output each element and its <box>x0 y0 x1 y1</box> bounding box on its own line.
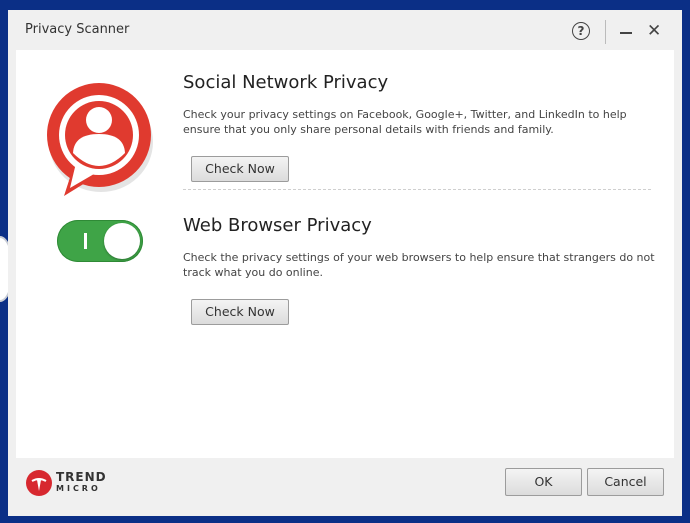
social-network-privacy-title: Social Network Privacy <box>183 72 389 93</box>
trend-micro-logo-text: TREND MICRO <box>56 470 107 494</box>
social-network-privacy-description: Check your privacy settings on Facebook,… <box>183 108 627 136</box>
cancel-button[interactable]: Cancel <box>587 468 664 496</box>
footer: TREND MICRO OK Cancel <box>8 458 682 516</box>
minimize-button[interactable] <box>620 32 632 34</box>
web-browser-privacy-title: Web Browser Privacy <box>183 215 372 236</box>
web-privacy-toggle[interactable] <box>57 220 143 262</box>
section-divider <box>183 189 651 190</box>
social-privacy-icon <box>47 83 153 196</box>
ok-button[interactable]: OK <box>505 468 582 496</box>
web-check-now-button[interactable]: Check Now <box>191 299 289 325</box>
help-button[interactable]: ? <box>572 22 590 40</box>
toggle-on-indicator <box>84 233 87 249</box>
web-browser-privacy-description: Check the privacy settings of your web b… <box>183 251 655 279</box>
toggle-knob <box>104 223 140 259</box>
logo-line-2: MICRO <box>56 484 101 493</box>
logo-line-1: TREND <box>56 470 107 484</box>
title-bar: Privacy Scanner ? ✕ <box>8 10 682 50</box>
privacy-scanner-window: Privacy Scanner ? ✕ Social Network Priva… <box>8 10 682 516</box>
titlebar-separator <box>605 20 606 44</box>
trend-micro-logo-icon <box>26 470 52 496</box>
help-icon: ? <box>577 24 585 38</box>
close-button[interactable]: ✕ <box>647 21 661 41</box>
window-title: Privacy Scanner <box>25 22 130 37</box>
social-check-now-button[interactable]: Check Now <box>191 156 289 182</box>
main-content: Social Network Privacy Check your privac… <box>16 50 674 458</box>
